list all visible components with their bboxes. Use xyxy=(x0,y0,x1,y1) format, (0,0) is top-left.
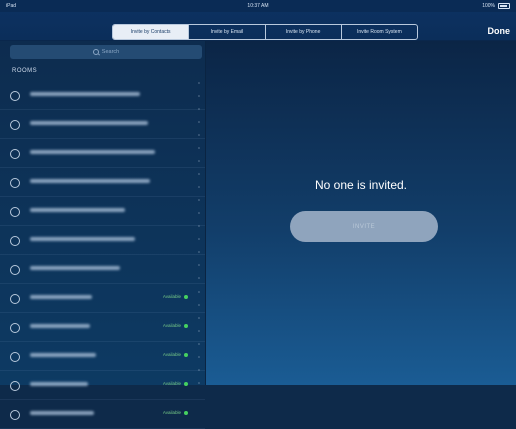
room-name-redacted xyxy=(30,92,140,96)
index-tick[interactable]: • xyxy=(198,107,199,111)
room-name-redacted xyxy=(30,121,148,125)
status-bar: iPad 10:37 AM 100% xyxy=(0,0,516,12)
room-row[interactable] xyxy=(0,168,205,197)
contacts-sidebar: Search ROOMS Available Available Availab… xyxy=(0,41,206,429)
index-tick[interactable]: • xyxy=(198,120,199,124)
index-tick[interactable]: • xyxy=(198,224,199,228)
room-status: Available xyxy=(163,352,188,357)
radio-icon[interactable] xyxy=(10,294,20,304)
battery-icon xyxy=(498,3,510,9)
index-tick[interactable]: • xyxy=(198,81,199,85)
status-label: Available xyxy=(162,323,181,328)
room-name-redacted xyxy=(30,237,135,241)
invite-button[interactable]: INVITE xyxy=(290,211,438,242)
index-tick[interactable]: • xyxy=(198,146,199,150)
search-input[interactable]: Search xyxy=(10,45,202,59)
invite-method-tabs: Invite by Contacts Invite by Email Invit… xyxy=(112,24,418,40)
index-tick[interactable]: • xyxy=(198,381,199,385)
battery-percent: 100% xyxy=(482,3,495,9)
room-row[interactable] xyxy=(0,110,205,139)
index-tick[interactable]: • xyxy=(198,172,199,176)
index-tick[interactable]: • xyxy=(198,198,199,202)
index-tick[interactable]: • xyxy=(198,329,199,333)
radio-icon[interactable] xyxy=(10,91,20,101)
tab-invite-by-email[interactable]: Invite by Email xyxy=(188,25,264,39)
room-name-redacted xyxy=(30,208,125,212)
room-name-redacted xyxy=(30,353,96,357)
room-name-redacted xyxy=(30,382,88,386)
tab-invite-by-phone[interactable]: Invite by Phone xyxy=(264,25,341,39)
room-name-redacted xyxy=(30,266,120,270)
room-row[interactable]: Available xyxy=(0,342,205,371)
status-label: Available xyxy=(162,294,181,299)
room-row[interactable]: Available xyxy=(0,371,205,400)
room-name-redacted xyxy=(30,179,150,183)
status-dot-icon xyxy=(184,352,188,357)
status-right: 100% xyxy=(482,3,510,9)
search-icon xyxy=(92,49,99,55)
index-tick[interactable]: • xyxy=(198,94,199,98)
rooms-section-header: ROOMS xyxy=(12,68,38,74)
room-name-redacted xyxy=(30,324,90,328)
room-row[interactable]: Available xyxy=(0,400,205,429)
index-tick[interactable]: • xyxy=(198,133,199,137)
section-index-scrubber[interactable]: • • • • • • • • • • • • • • • • • • • • … xyxy=(195,81,203,385)
index-tick[interactable]: • xyxy=(198,263,199,267)
index-tick[interactable]: • xyxy=(198,368,199,372)
index-tick[interactable]: • xyxy=(198,303,199,307)
radio-icon[interactable] xyxy=(10,381,20,391)
radio-icon[interactable] xyxy=(10,149,20,159)
index-tick[interactable]: • xyxy=(198,211,199,215)
index-tick[interactable]: • xyxy=(198,237,199,241)
status-dot-icon xyxy=(184,410,188,415)
room-row[interactable] xyxy=(0,81,205,110)
room-row[interactable] xyxy=(0,139,205,168)
radio-icon[interactable] xyxy=(10,236,20,246)
room-list: Available Available Available Available … xyxy=(0,81,205,429)
done-button[interactable]: Done xyxy=(488,26,511,36)
invited-panel: No one is invited. INVITE xyxy=(206,41,516,385)
status-dot-icon xyxy=(184,323,188,328)
room-name-redacted xyxy=(30,295,92,299)
index-tick[interactable]: • xyxy=(198,290,199,294)
radio-icon[interactable] xyxy=(10,178,20,188)
room-row[interactable]: Available xyxy=(0,313,205,342)
radio-icon[interactable] xyxy=(10,265,20,275)
index-tick[interactable]: • xyxy=(198,159,199,163)
room-row[interactable] xyxy=(0,255,205,284)
index-tick[interactable]: • xyxy=(198,355,199,359)
search-placeholder: Search xyxy=(101,49,120,55)
room-row[interactable]: Available xyxy=(0,284,205,313)
status-label: Available xyxy=(162,352,181,357)
radio-icon[interactable] xyxy=(10,323,20,333)
radio-icon[interactable] xyxy=(10,352,20,362)
empty-state-message: No one is invited. xyxy=(314,178,408,192)
tab-invite-room-system[interactable]: Invite Room System xyxy=(340,25,417,39)
room-status: Available xyxy=(163,294,188,299)
index-tick[interactable]: • xyxy=(198,342,199,346)
navigation-bar: Invite by Contacts Invite by Email Invit… xyxy=(0,12,516,41)
radio-icon[interactable] xyxy=(10,207,20,217)
index-tick[interactable]: • xyxy=(198,276,199,280)
index-tick[interactable]: • xyxy=(198,316,199,320)
index-tick[interactable]: • xyxy=(198,185,199,189)
radio-icon[interactable] xyxy=(10,410,20,420)
index-tick[interactable]: • xyxy=(198,250,199,254)
room-name-redacted xyxy=(30,411,94,415)
status-label: Available xyxy=(162,381,181,386)
room-status: Available xyxy=(163,381,188,386)
room-name-redacted xyxy=(30,150,155,154)
radio-icon[interactable] xyxy=(10,120,20,130)
room-status: Available xyxy=(163,323,188,328)
room-row[interactable] xyxy=(0,197,205,226)
tab-invite-by-contacts[interactable]: Invite by Contacts xyxy=(113,25,189,39)
clock: 10:37 AM xyxy=(247,3,269,9)
status-label: Available xyxy=(162,410,181,415)
room-row[interactable] xyxy=(0,226,205,255)
status-dot-icon xyxy=(184,294,188,299)
room-status: Available xyxy=(163,410,188,415)
